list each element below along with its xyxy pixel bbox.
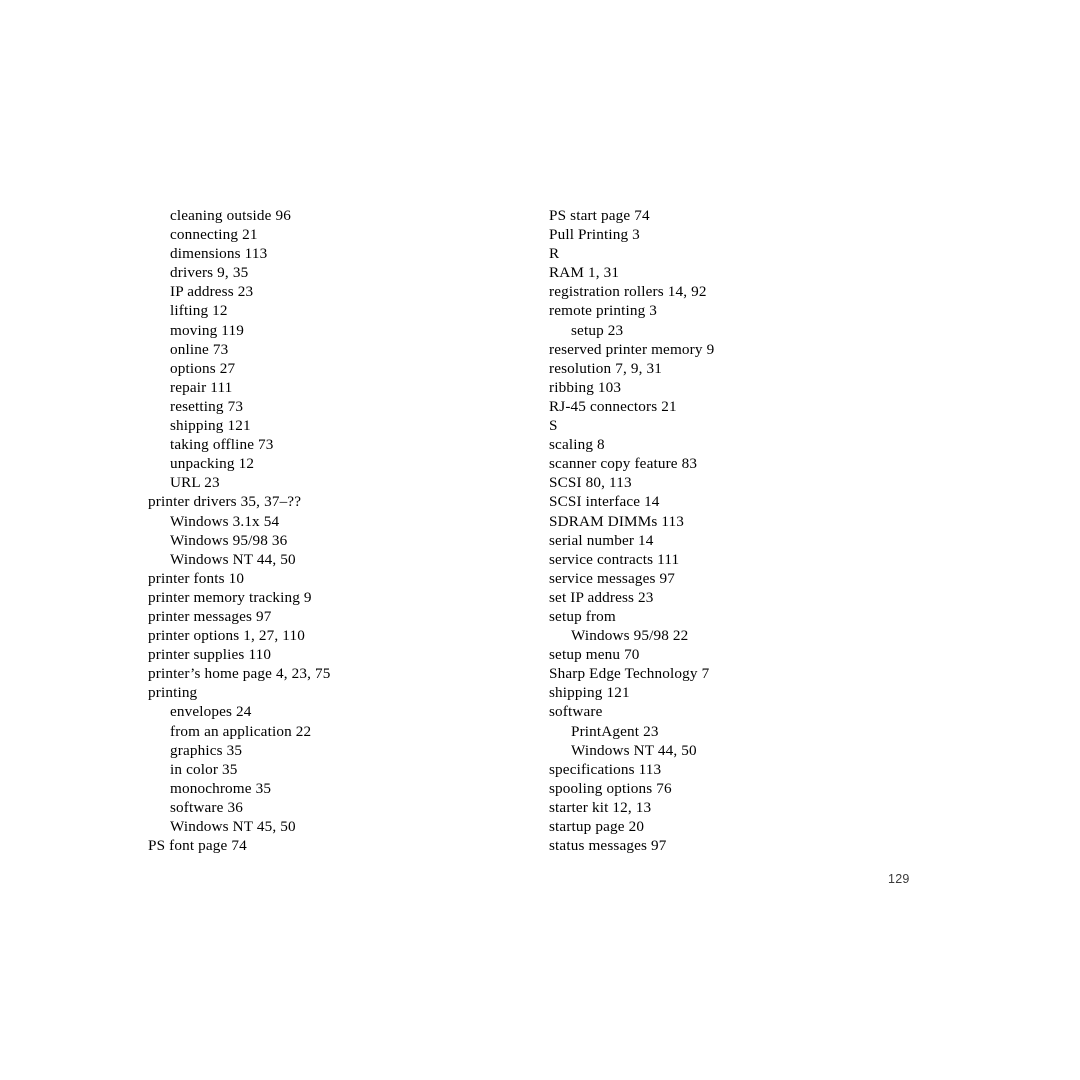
index-entry: scaling 8 [549, 436, 605, 454]
index-entry: Sharp Edge Technology 7 [549, 665, 710, 683]
index-entry: printer’s home page 4, 23, 75 [148, 665, 331, 683]
index-entry: service contracts 111 [549, 550, 680, 568]
index-entry: startup page 20 [549, 818, 645, 835]
index-column-left: cleaning outside 96 connecting 21 dimensio… [148, 206, 518, 855]
index-entry: dimensions 113 [170, 245, 268, 263]
index-entry: taking offline 73 [170, 436, 274, 454]
index-section-letter: S [549, 417, 558, 435]
index-entry: options 27 [170, 359, 236, 377]
index-entry: set IP address 23 [549, 588, 654, 606]
index-entry: Windows NT 45, 50 [170, 818, 296, 835]
index-entry: Windows 3.1x 54 [170, 512, 280, 530]
index-entry: online 73 [170, 340, 229, 358]
index-entry: PS font page 74 [148, 837, 247, 855]
index-entry: printer fonts 10 [148, 569, 245, 587]
index-entry: reserved printer memory 9 [549, 340, 715, 358]
index-entry: ribbing 103 [549, 378, 622, 396]
index-entry: SDRAM DIMMs 113 [549, 512, 685, 530]
index-entry: printer drivers 35, 37–?? [148, 493, 302, 511]
index-entry: shipping 121 [549, 684, 630, 702]
index-entry: resetting 73 [170, 397, 244, 415]
index-entry: envelopes 24 [170, 703, 252, 721]
index-entry: registration rollers 14, 92 [549, 283, 707, 301]
index-entry: Windows NT 44, 50 [571, 741, 697, 759]
index-entry: scanner copy feature 83 [549, 455, 698, 473]
index-entry: cleaning outside 96 [170, 207, 291, 224]
index-entry: URL 23 [170, 474, 220, 492]
index-entry: PS start page 74 [549, 207, 650, 224]
index-entry: starter kit 12, 13 [549, 798, 652, 816]
index-entry: setup 23 [571, 321, 624, 339]
index-entry: from an application 22 [170, 722, 312, 740]
index-entry: printer supplies 110 [148, 646, 272, 664]
index-page: cleaning outside 96 connecting 21 dimensio… [0, 0, 1080, 1080]
index-entry: setup from [549, 607, 616, 625]
index-entry: Windows 95/98 36 [170, 531, 288, 549]
index-entry: unpacking 12 [170, 455, 255, 473]
index-entry: specifications 113 [549, 760, 662, 778]
index-entry: printer options 1, 27, 110 [148, 627, 305, 645]
index-entry: Pull Printing 3 [549, 226, 640, 244]
index-section-letter: R [549, 245, 560, 263]
index-column-right: PS start page 74 Pull Printing 3 R RAM 1, 3… [549, 206, 919, 855]
index-entry: remote printing 3 [549, 302, 658, 320]
index-entry: PrintAgent 23 [571, 722, 659, 740]
index-entry: connecting 21 [170, 226, 258, 244]
index-entry: printing [148, 684, 198, 702]
index-entry: IP address 23 [170, 283, 254, 301]
index-entry: in color 35 [170, 760, 238, 778]
index-entry: drivers 9, 35 [170, 264, 249, 282]
index-entry: spooling options 76 [549, 779, 672, 797]
index-entry: service messages 97 [549, 569, 676, 587]
index-entry: shipping 121 [170, 417, 251, 435]
index-entry: Windows NT 44, 50 [170, 550, 296, 568]
index-entry: Windows 95/98 22 [571, 627, 689, 645]
index-entry: RJ-45 connectors 21 [549, 397, 677, 415]
index-entry: status messages 97 [549, 837, 667, 855]
index-entry: setup menu 70 [549, 646, 640, 664]
index-entry: serial number 14 [549, 531, 654, 549]
index-entry: repair 111 [170, 378, 233, 396]
index-entry: SCSI 80, 113 [549, 474, 632, 492]
index-entry: RAM 1, 31 [549, 264, 620, 282]
page-number: 129 [888, 872, 910, 886]
index-entry: moving 119 [170, 321, 244, 339]
index-entry: lifting 12 [170, 302, 228, 320]
index-entry: software [549, 703, 603, 721]
index-entry: SCSI interface 14 [549, 493, 660, 511]
index-entry: resolution 7, 9, 31 [549, 359, 662, 377]
index-entry: printer memory tracking 9 [148, 588, 312, 606]
index-entry: graphics 35 [170, 741, 243, 759]
index-entry: printer messages 97 [148, 607, 272, 625]
index-entry: monochrome 35 [170, 779, 272, 797]
index-entry: software 36 [170, 798, 243, 816]
